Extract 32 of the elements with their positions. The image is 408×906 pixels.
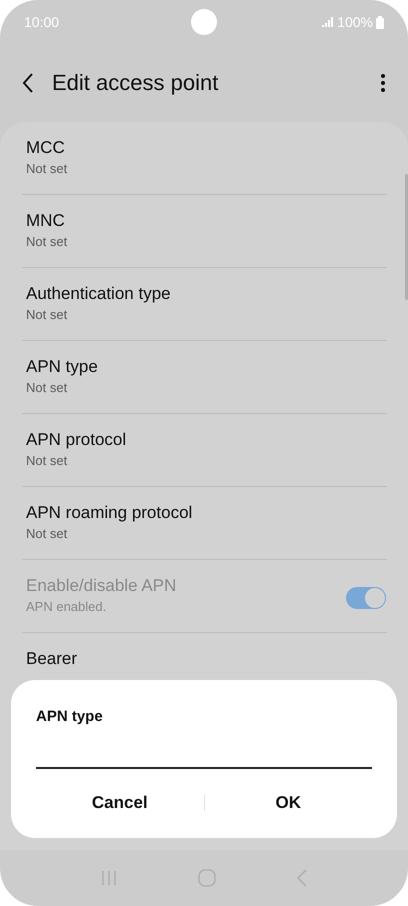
settings-row[interactable]: APN roaming protocol Not set bbox=[22, 487, 387, 560]
battery-icon bbox=[376, 16, 384, 28]
setting-value: APN enabled. bbox=[26, 598, 108, 616]
settings-row[interactable]: APN protocol Not set bbox=[22, 414, 387, 487]
setting-title: APN type bbox=[26, 356, 99, 378]
more-options-icon[interactable] bbox=[380, 73, 386, 93]
settings-row[interactable]: APN type Not set bbox=[22, 341, 387, 414]
setting-value: Not set bbox=[26, 525, 68, 543]
dialog-button[interactable]: OK bbox=[204, 785, 372, 821]
camera-hole bbox=[191, 9, 217, 35]
setting-title: MNC bbox=[26, 210, 66, 232]
page-title: Edit access point bbox=[52, 70, 220, 96]
setting-value: Not set bbox=[26, 306, 68, 324]
setting-title: MCC bbox=[26, 137, 66, 159]
setting-value: Not set bbox=[26, 452, 68, 470]
setting-value: Not set bbox=[26, 379, 68, 397]
settings-row[interactable]: Authentication type Not set bbox=[22, 268, 387, 341]
setting-value: Not set bbox=[26, 233, 68, 251]
settings-row[interactable]: MNC Not set bbox=[22, 195, 387, 268]
dialog-title: APN type bbox=[36, 708, 104, 725]
recents-icon[interactable] bbox=[100, 870, 117, 886]
setting-title: APN roaming protocol bbox=[26, 502, 194, 524]
setting-value: Not set bbox=[26, 160, 68, 178]
setting-title: APN protocol bbox=[26, 429, 128, 451]
back-icon[interactable] bbox=[22, 73, 34, 93]
setting-title: Bearer bbox=[26, 648, 78, 670]
setting-title: Enable/disable APN bbox=[26, 575, 178, 597]
dialog-button[interactable]: Cancel bbox=[36, 785, 204, 821]
settings-row[interactable]: MCC Not set bbox=[22, 122, 387, 195]
home-icon[interactable] bbox=[198, 869, 216, 887]
setting-title: Authentication type bbox=[26, 283, 172, 305]
signal-icon bbox=[322, 17, 334, 27]
